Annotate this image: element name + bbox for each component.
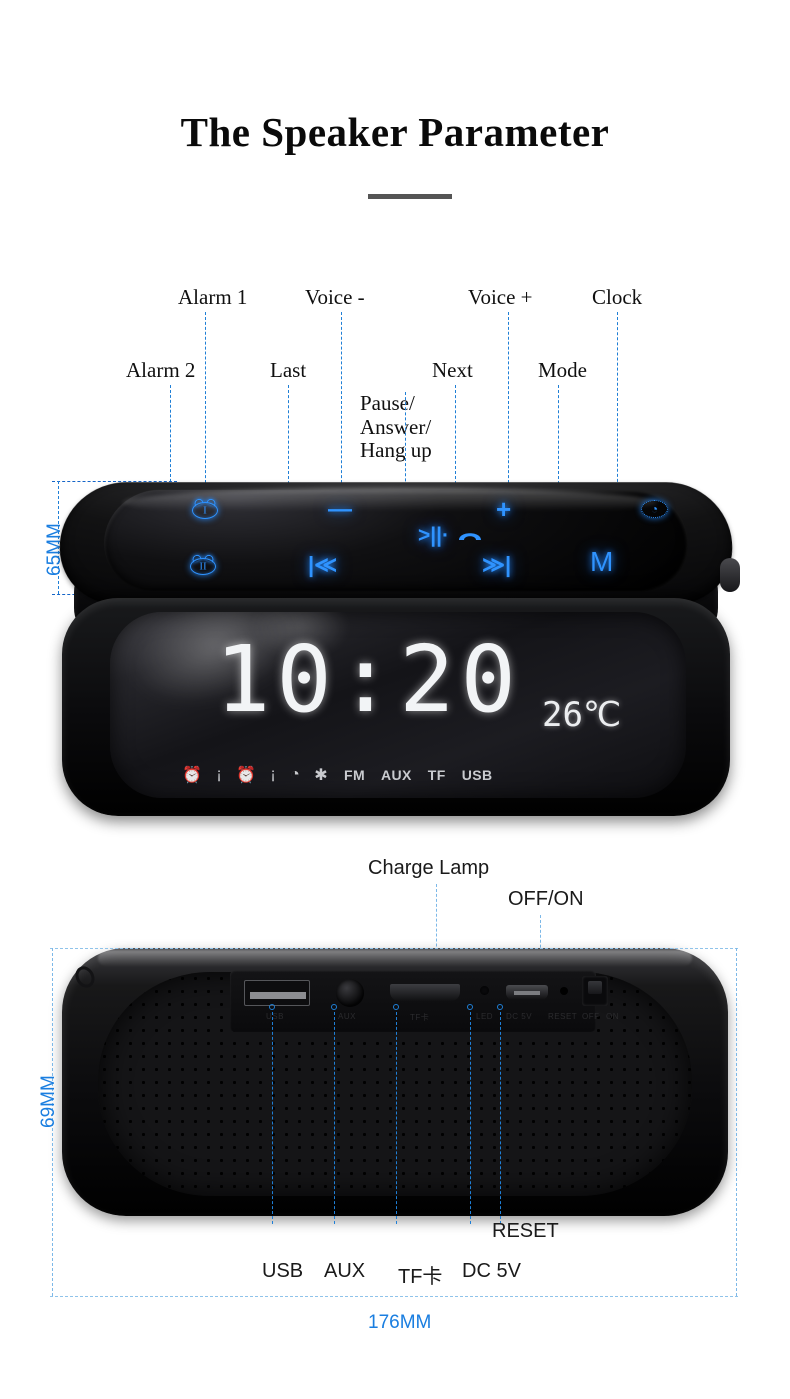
port-label-on: ON — [606, 1012, 619, 1021]
tf-card-slot[interactable] — [390, 984, 460, 1001]
port-label-usb: USB — [266, 1012, 284, 1021]
speaker-rear-view: USB AUX TF卡 LED DC 5V RESET OFF ON — [62, 948, 728, 1216]
clock-glyph: ◔ — [642, 503, 667, 515]
alarm-2-indicator-icon: ¡ — [270, 766, 276, 784]
port-label-led: LED — [476, 1012, 493, 1021]
callout-mode: Mode — [538, 358, 587, 383]
infographic-page: The Speaker Parameter Alarm 1 Voice - Vo… — [0, 0, 790, 1399]
leader-dot-tf — [393, 1004, 399, 1010]
callout-voice-minus: Voice - — [305, 285, 365, 310]
alarm-2-icon: ⏰ — [236, 765, 256, 785]
dim-box-right — [736, 948, 737, 1296]
leader-dot-dc5v — [467, 1004, 473, 1010]
alarm2-numeral: II — [191, 561, 215, 572]
leader-dot-reset — [497, 1004, 503, 1010]
callout-off-on: OFF/ON — [508, 888, 584, 911]
port-panel: USB AUX TF卡 LED DC 5V RESET OFF ON — [230, 970, 596, 1032]
leader-aux — [334, 1012, 335, 1224]
aux-port[interactable] — [336, 979, 364, 1007]
speaker-top-shell — [55, 482, 737, 604]
clock-icon[interactable]: ◔ — [641, 500, 668, 518]
callout-dc-5v: DC 5V — [462, 1260, 521, 1283]
alarm-1-indicator-icon: ¡ — [216, 766, 222, 784]
callout-voice-plus: Voice + — [468, 285, 533, 310]
callout-alarm2: Alarm 2 — [126, 358, 195, 383]
dimension-height-rear: 69MM — [38, 1075, 60, 1128]
leader-dc5v — [470, 1012, 471, 1224]
alarm-clock-2-icon[interactable]: II — [190, 558, 216, 575]
phone-handset-icon — [457, 524, 483, 548]
speaker-display-module: 10:20 26℃ ⏰ ¡ ⏰ ¡ ◔ ✱ FM AUX TF USB — [62, 598, 730, 826]
mode-button[interactable]: M — [590, 546, 613, 578]
leader-voice-plus — [508, 312, 509, 488]
leader-dot-usb — [269, 1004, 275, 1010]
callout-next: Next — [432, 358, 473, 383]
port-label-aux: AUX — [338, 1012, 356, 1021]
dim-box-bottom — [50, 1296, 738, 1297]
port-label-off: OFF — [582, 1012, 600, 1021]
side-knob — [720, 558, 740, 592]
page-title: The Speaker Parameter — [0, 108, 790, 156]
leader-dot-aux — [331, 1004, 337, 1010]
display-glass: 10:20 26℃ ⏰ ¡ ⏰ ¡ ◔ ✱ FM AUX TF USB — [110, 612, 686, 798]
leader-clock — [617, 312, 618, 492]
callout-reset: RESET — [492, 1220, 559, 1243]
title-divider — [368, 194, 452, 199]
port-label-tf: TF卡 — [410, 1012, 429, 1023]
callout-clock: Clock — [592, 285, 642, 310]
callout-tf-card: TF卡 — [398, 1260, 442, 1289]
next-track-button[interactable]: ≫| — [482, 552, 511, 578]
dim-box-top — [50, 948, 738, 949]
clock-time: 10:20 — [215, 634, 522, 726]
snooze-icon: ◔ — [290, 766, 300, 784]
callout-aux: AUX — [324, 1260, 365, 1283]
callout-pause-answer-hangup: Pause/ Answer/ Hang up — [360, 392, 432, 463]
charge-lamp-led — [480, 986, 489, 995]
status-label-aux: AUX — [381, 767, 412, 783]
leader-voice-minus — [341, 312, 342, 488]
leader-tf — [396, 1012, 397, 1224]
callout-alarm1: Alarm 1 — [178, 285, 247, 310]
usb-port[interactable] — [244, 980, 310, 1006]
leader-reset — [500, 1012, 501, 1224]
callout-charge-lamp: Charge Lamp — [368, 857, 489, 880]
alarm1-numeral: I — [193, 505, 217, 516]
callout-last: Last — [270, 358, 306, 383]
play-pause-glyph: >||· — [418, 524, 449, 547]
display-status-row: ⏰ ¡ ⏰ ¡ ◔ ✱ FM AUX TF USB — [182, 762, 652, 788]
alarm-clock-1-icon[interactable]: I — [192, 502, 218, 519]
dc-5v-micro-usb-port[interactable] — [506, 985, 548, 1000]
play-pause-answer-button[interactable]: >||· — [418, 524, 483, 548]
leader-usb — [272, 1012, 273, 1224]
dimension-width: 176MM — [368, 1312, 431, 1334]
alarm-1-icon: ⏰ — [182, 765, 202, 785]
rear-top-edge — [98, 950, 692, 966]
callout-usb: USB — [262, 1260, 303, 1283]
previous-track-button[interactable]: |≪ — [308, 552, 337, 578]
port-label-reset: RESET — [548, 1012, 577, 1021]
volume-up-button[interactable]: + — [496, 494, 511, 525]
volume-down-button[interactable]: — — [328, 496, 352, 524]
reset-pinhole[interactable] — [560, 987, 568, 995]
leader-alarm1 — [205, 312, 206, 488]
bluetooth-icon: ✱ — [314, 765, 328, 785]
port-label-dc: DC 5V — [506, 1012, 532, 1021]
status-label-fm: FM — [344, 767, 365, 783]
temperature-readout: 26℃ — [542, 698, 621, 732]
status-label-usb: USB — [462, 767, 493, 783]
status-label-tf: TF — [428, 767, 446, 783]
power-switch[interactable] — [582, 976, 608, 1006]
